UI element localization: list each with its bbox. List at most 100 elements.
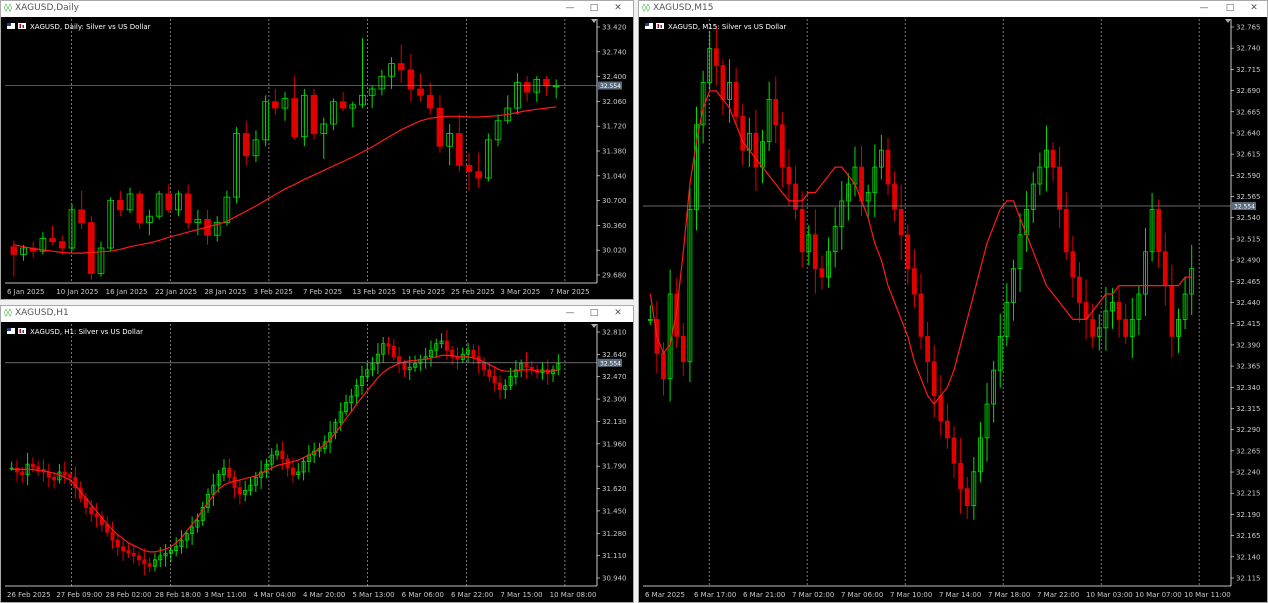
candle-body <box>912 268 917 295</box>
y-tick-label: 32.565 <box>1236 193 1261 201</box>
candle-body <box>339 101 347 109</box>
candle-body <box>407 69 415 90</box>
x-tick-label: 3 Mar 11:00 <box>204 591 246 599</box>
maximize-button[interactable]: □ <box>1223 2 1237 15</box>
candle-body <box>680 335 686 363</box>
chart-info-header: XAGUSD, H1: Silver vs US Dollar <box>30 328 143 336</box>
symbol-flag-icon <box>7 328 15 334</box>
y-tick-label: 33.420 <box>602 24 627 32</box>
candle-body <box>1077 276 1082 303</box>
candle-body <box>30 463 35 468</box>
candle-body <box>115 539 120 548</box>
candle-body <box>733 82 739 117</box>
chart-canvas-daily[interactable]: 32.554 33.420 32.740 32.400 32.060 31.720 31.3… <box>1 17 633 299</box>
close-button[interactable]: ✕ <box>1247 2 1261 15</box>
x-tick-label: 7 Mar 22:00 <box>1037 591 1079 599</box>
candle-body <box>136 193 144 223</box>
candle-body <box>121 546 126 552</box>
candle-body <box>964 488 970 507</box>
y-tick-label: 32.740 <box>602 48 627 56</box>
chart-canvas-m15[interactable]: 32.554 32.765 32.740 32.715 32.690 32.665 32.6… <box>639 17 1267 602</box>
y-tick-label: 32.640 <box>602 351 627 359</box>
y-tick-label: 32.140 <box>1236 553 1261 561</box>
candle-body <box>918 293 924 337</box>
y-tick-label: 31.040 <box>602 172 627 180</box>
candle-body <box>492 376 497 384</box>
y-tick-label: 32.640 <box>1236 129 1261 137</box>
close-button[interactable]: ✕ <box>611 307 625 320</box>
minimize-button[interactable]: — <box>1197 2 1211 15</box>
candle-body <box>184 193 192 223</box>
candle-body <box>951 437 957 464</box>
candle-body <box>62 471 67 476</box>
current-price-label: 32.554 <box>600 83 621 90</box>
chart-canvas-h1[interactable]: 32.554 32.810 32.640 32.470 32.300 32.130 31.9… <box>1 322 633 602</box>
candle-body <box>310 94 318 134</box>
candle-body <box>1156 209 1162 253</box>
candle-body <box>905 234 911 270</box>
candle-body <box>753 132 759 168</box>
window-titlebar[interactable]: ◊◊ XAGUSD,H1 — □ ✕ <box>1 306 633 323</box>
x-tick-label: 26 Feb 2025 <box>7 591 51 599</box>
y-tick-label: 30.700 <box>602 197 627 205</box>
candle-body <box>545 369 550 375</box>
y-tick-label: 32.365 <box>1236 363 1261 371</box>
y-tick-label: 31.450 <box>602 507 627 515</box>
candle-body <box>444 340 449 351</box>
candle-body <box>793 183 798 210</box>
candle-body <box>78 209 85 223</box>
maximize-button[interactable]: □ <box>587 2 601 15</box>
candle-body <box>58 241 66 249</box>
x-tick-label: 6 Mar 22:00 <box>451 591 493 599</box>
candle-body <box>391 345 396 358</box>
x-tick-label: 28 Feb 18:00 <box>155 591 201 599</box>
candle-body <box>465 164 473 173</box>
close-button[interactable]: ✕ <box>611 2 625 15</box>
candle-body <box>88 222 95 274</box>
candle-body <box>812 234 818 270</box>
y-tick-label: 32.490 <box>1236 257 1261 265</box>
chart-info-header: XAGUSD, Daily: Silver vs US Dollar <box>30 23 151 31</box>
candle-body <box>779 124 785 168</box>
chart-type-icon <box>18 328 26 334</box>
x-tick-label: 7 Mar 15:00 <box>500 591 542 599</box>
minimize-button[interactable]: — <box>563 2 577 15</box>
x-tick-label: 28 Jan 2025 <box>204 288 246 296</box>
y-tick-label: 32.515 <box>1236 235 1261 243</box>
minimize-button[interactable]: — <box>563 307 577 320</box>
maximize-button[interactable]: □ <box>587 307 601 320</box>
y-tick-label: 32.315 <box>1236 405 1261 413</box>
y-tick-label: 32.415 <box>1236 320 1261 328</box>
chart-type-icon <box>656 23 664 29</box>
candle-body <box>68 474 73 478</box>
y-tick-label: 32.665 <box>1236 108 1261 116</box>
y-tick-label: 31.960 <box>602 440 627 448</box>
x-tick-label: 25 Feb 2025 <box>451 288 495 296</box>
candle-body <box>892 183 897 210</box>
y-tick-label: 32.240 <box>1236 469 1261 477</box>
y-tick-label: 32.590 <box>1236 172 1261 180</box>
x-tick-label: 10 Jan 2025 <box>56 288 98 296</box>
y-tick-label: 32.615 <box>1236 151 1261 159</box>
y-tick-label: 32.400 <box>602 73 627 81</box>
symbol-flag-icon <box>645 23 653 29</box>
y-tick-label: 30.940 <box>602 575 627 583</box>
candle-body <box>52 476 57 481</box>
window-titlebar[interactable]: ◊◊ XAGUSD,Daily — □ ✕ <box>1 1 633 18</box>
chart-window-daily[interactable]: ◊◊ XAGUSD,Daily — □ ✕ 32.554 33.420 32.740… <box>0 0 634 300</box>
x-tick-label: 5 Mar 13:00 <box>352 591 394 599</box>
chart-window-h1[interactable]: ◊◊ XAGUSD,H1 — □ ✕ 32.554 32.810 32.640 32.… <box>0 305 634 603</box>
x-tick-label: 3 Feb 2025 <box>254 288 293 296</box>
y-tick-label: 32.470 <box>602 373 627 381</box>
x-tick-label: 7 Mar 10:00 <box>890 591 932 599</box>
candle-body <box>898 209 904 236</box>
y-tick-label: 31.110 <box>602 552 627 560</box>
x-tick-label: 7 Mar 2025 <box>550 288 590 296</box>
candle-body <box>1070 251 1076 278</box>
x-tick-label: 6 Mar 17:00 <box>694 591 736 599</box>
chart-window-m15[interactable]: ◊◊ XAGUSD,M15 — □ ✕ 32.554 32.765 32.740 32… <box>638 0 1268 603</box>
chart-background <box>1 322 633 602</box>
window-titlebar[interactable]: ◊◊ XAGUSD,M15 — □ ✕ <box>639 1 1267 18</box>
x-tick-label: 27 Feb 09:00 <box>56 591 102 599</box>
y-tick-label: 32.115 <box>1236 575 1261 583</box>
